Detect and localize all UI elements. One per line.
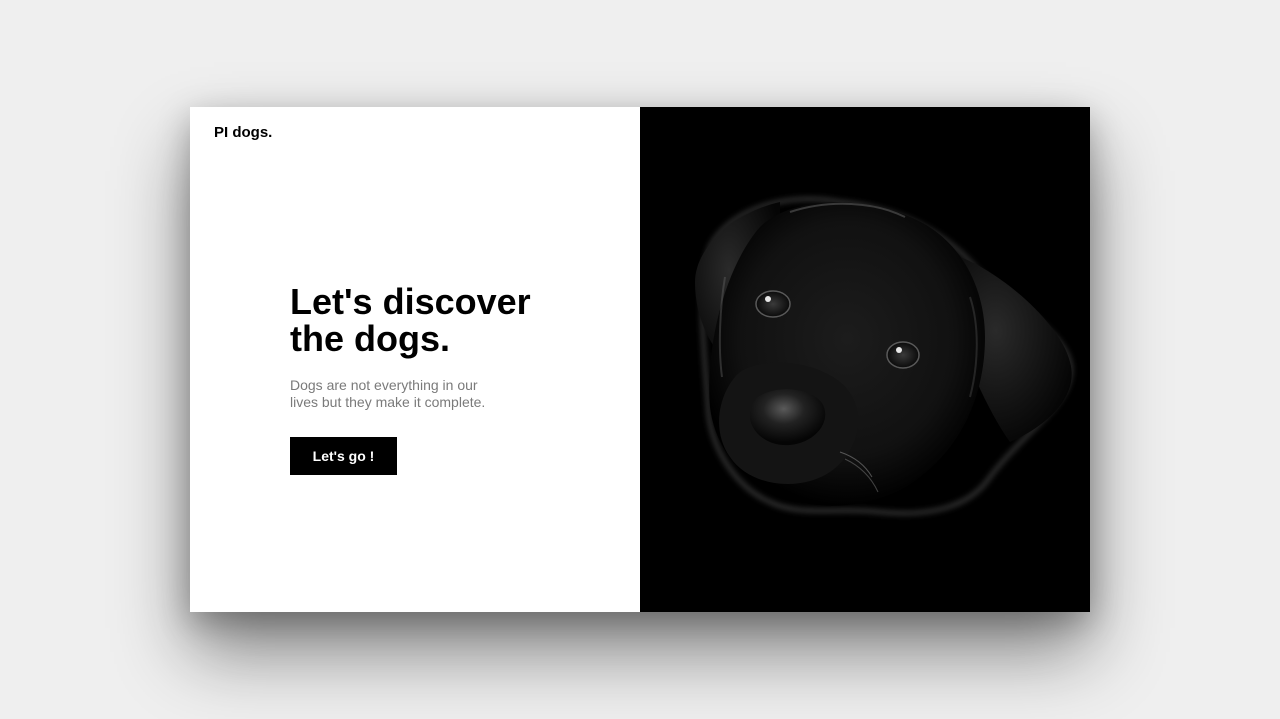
hero-text-panel: PI dogs. Let's discover the dogs. Dogs a… (190, 107, 640, 612)
hero-subtitle-line-1: Dogs are not everything in our (290, 377, 478, 393)
lets-go-button[interactable]: Let's go ! (290, 437, 397, 475)
hero-subtitle-line-2: lives but they make it complete. (290, 394, 486, 410)
hero-subtitle: Dogs are not everything in our lives but… (290, 377, 530, 411)
brand-logo[interactable]: PI dogs. (214, 124, 272, 141)
dog-photo (640, 107, 1090, 612)
hero-title-line-2: the dogs. (290, 318, 450, 359)
hero-card: PI dogs. Let's discover the dogs. Dogs a… (190, 107, 1090, 612)
hero-title-line-1: Let's discover (290, 281, 531, 322)
page-background: PI dogs. Let's discover the dogs. Dogs a… (0, 0, 1280, 719)
hero-title: Let's discover the dogs. (290, 283, 590, 357)
puppy-illustration (695, 197, 1073, 515)
